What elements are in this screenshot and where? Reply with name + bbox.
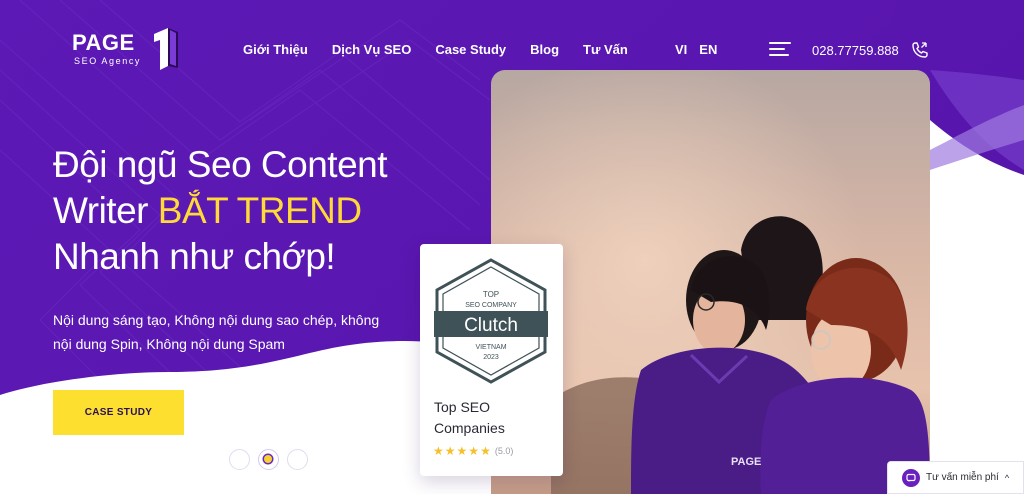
badge-country: VIETNAM	[475, 344, 506, 351]
hero-subtitle: Nội dung sáng tạo, Không nội dung sao ch…	[53, 312, 380, 352]
star-icon: ★	[480, 444, 491, 458]
brand-one-mark-icon	[154, 28, 178, 70]
brand-name: PAGE	[72, 30, 135, 55]
brand-tagline: SEO Agency	[74, 56, 142, 66]
badge-year: 2023	[483, 354, 499, 361]
phone-number[interactable]: 028.77759.888	[812, 43, 899, 58]
carousel-dots	[229, 449, 308, 470]
nav-item-case-study[interactable]: Case Study	[435, 42, 506, 57]
clutch-award-badge-icon: Clutch TOP SEO COMPANY VIETNAM 2023	[434, 258, 548, 384]
hero-title-highlight: BẮT TREND	[157, 190, 362, 231]
award-title: Top SEO Companies	[434, 399, 505, 436]
badge-top: TOP	[483, 290, 499, 299]
nav-item-tu-van[interactable]: Tư Vấn	[583, 42, 628, 57]
nav-item-blog[interactable]: Blog	[530, 42, 559, 57]
main-nav: Giới Thiệu Dịch Vụ SEO Case Study Blog T…	[243, 42, 652, 57]
star-icon: ★	[468, 444, 480, 458]
carousel-dot-1[interactable]	[229, 449, 250, 470]
carousel-dot-2-active[interactable]	[258, 449, 279, 470]
phone-icon[interactable]	[910, 40, 930, 60]
badge-sub: SEO COMPANY	[465, 302, 517, 309]
chevron-up-icon: ^	[1004, 472, 1010, 483]
rating-value: (5.0)	[494, 446, 514, 456]
chat-label: Tư vấn miễn phí	[926, 472, 999, 483]
star-icon: ★	[456, 444, 468, 458]
nav-item-gioi-thieu[interactable]: Giới Thiệu	[243, 42, 308, 57]
hamburger-menu-icon[interactable]	[769, 42, 791, 58]
carousel-dot-3[interactable]	[287, 449, 308, 470]
hero-title: Đội ngũ Seo Content Writer BẮT TREND Nha…	[53, 142, 473, 280]
chat-icon	[902, 468, 920, 487]
star-rating: ★ ★ ★ ★ ★ (5.0)	[433, 445, 513, 457]
lang-en[interactable]: EN	[699, 42, 717, 57]
lang-vi[interactable]: VI	[675, 42, 687, 57]
star-icon: ★	[444, 444, 456, 458]
brand-logo[interactable]: PAGE SEO Agency	[72, 28, 184, 74]
case-study-button[interactable]: CASE STUDY	[53, 390, 184, 435]
badge-brand: Clutch	[464, 315, 518, 336]
award-card[interactable]: Clutch TOP SEO COMPANY VIETNAM 2023 Top …	[420, 244, 563, 476]
hero-title-part2: Nhanh như chớp!	[53, 236, 336, 277]
nav-item-dich-vu-seo[interactable]: Dịch Vụ SEO	[332, 42, 411, 57]
language-switcher: VI EN	[675, 42, 717, 57]
free-consult-chat-button[interactable]: Tư vấn miễn phí ^	[887, 461, 1024, 494]
star-icon: ★	[433, 444, 444, 458]
svg-text:PAGE: PAGE	[731, 456, 761, 468]
